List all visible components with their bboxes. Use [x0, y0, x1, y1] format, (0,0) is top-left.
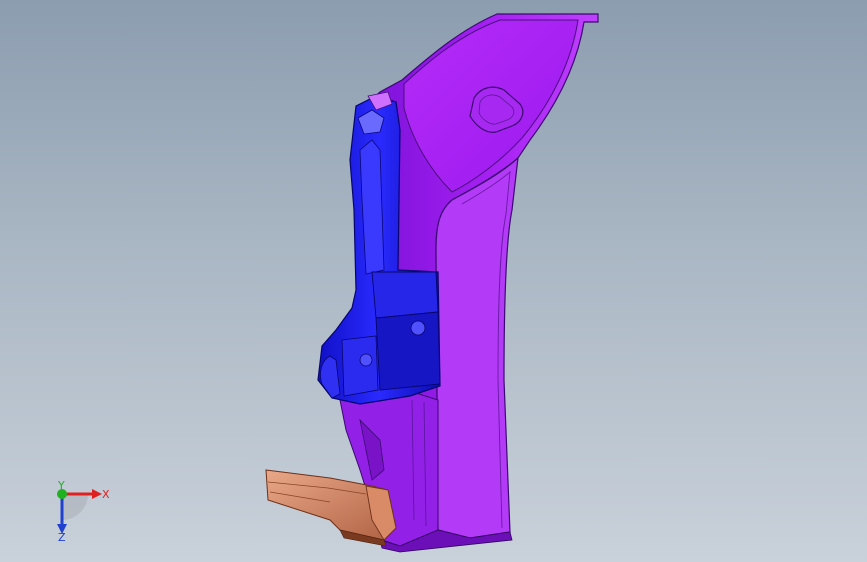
bracket-hole-2: [359, 353, 373, 367]
x-axis-label: X: [102, 488, 110, 501]
bracket-box-top: [371, 271, 439, 319]
bracket-box-bottom: [375, 311, 441, 391]
3d-model-view[interactable]: [0, 0, 867, 562]
x-axis-arrow-icon: [92, 489, 102, 499]
orientation-triad[interactable]: X Y Z: [40, 478, 120, 548]
triad-disc: [62, 494, 88, 520]
bracket-side-box: [341, 335, 379, 397]
y-axis-label: Y: [58, 479, 65, 492]
bracket-hole: [410, 320, 426, 336]
z-axis-label: Z: [58, 531, 66, 544]
graphics-viewport[interactable]: X Y Z: [0, 0, 867, 562]
